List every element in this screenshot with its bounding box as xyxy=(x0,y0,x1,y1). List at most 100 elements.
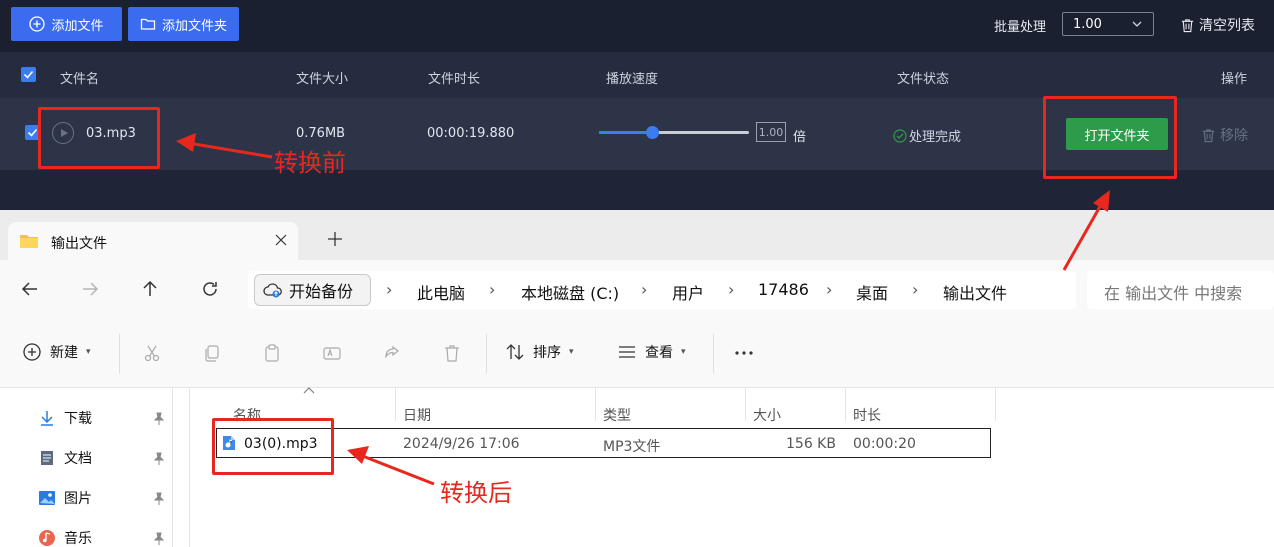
breadcrumb-output-folder[interactable]: 输出文件 xyxy=(943,280,1007,304)
batch-speed-select[interactable]: 1.00 xyxy=(1062,12,1154,36)
speed-slider-knob[interactable] xyxy=(645,126,659,139)
annotation-before-text: 转换前 xyxy=(274,149,346,177)
column-header-date[interactable]: 日期 xyxy=(403,405,431,425)
nav-pane-scrollbar[interactable] xyxy=(172,388,173,547)
speed-value: 1.00 xyxy=(758,125,784,139)
plus-circle-icon xyxy=(29,16,46,32)
nav-item-music[interactable]: 音乐 xyxy=(38,528,92,547)
sort-icon xyxy=(506,344,524,360)
play-icon[interactable] xyxy=(52,122,74,144)
pin-icon[interactable] xyxy=(152,492,166,506)
column-header-size[interactable]: 大小 xyxy=(753,405,781,425)
tab-title: 输出文件 xyxy=(51,236,107,252)
breadcrumb-users[interactable]: 用户 xyxy=(672,280,704,304)
clear-list-label: 清空列表 xyxy=(1199,18,1255,34)
chevron-down-icon: ▾ xyxy=(569,347,574,357)
view-list-icon xyxy=(619,346,635,358)
breadcrumb-user[interactable]: 17486 xyxy=(758,280,809,299)
more-options-icon[interactable] xyxy=(734,343,754,363)
start-backup-label: 开始备份 xyxy=(289,282,354,301)
row-checkbox[interactable] xyxy=(25,125,40,140)
remove-label: 移除 xyxy=(1220,128,1248,144)
tab-output-folder[interactable]: 输出文件 xyxy=(8,222,298,260)
column-separator[interactable] xyxy=(745,388,746,421)
navigation-pane: 下载 文档 图片 音乐 xyxy=(0,388,190,547)
column-separator[interactable] xyxy=(995,388,996,421)
divider xyxy=(486,334,487,374)
start-backup-button[interactable]: 开始备份 xyxy=(254,274,371,306)
delete-icon[interactable] xyxy=(442,343,462,363)
music-icon xyxy=(39,530,55,546)
pin-icon[interactable] xyxy=(152,532,166,546)
up-arrow-icon[interactable] xyxy=(140,279,160,299)
add-folder-button[interactable]: 添加文件夹 xyxy=(128,7,239,41)
batch-label: 批量处理 xyxy=(994,20,1047,35)
status-complete: 处理完成 xyxy=(893,126,961,145)
file-list: 名称 日期 类型 大小 时长 03(0).mp3 2024/9/26 17:06… xyxy=(192,387,1274,547)
sort-button[interactable]: 排序 ▾ xyxy=(505,342,574,362)
breadcrumb[interactable]: 开始备份 › 此电脑 › 本地磁盘 (C:) › 用户 › 17486 › 桌面… xyxy=(248,271,1076,309)
view-button[interactable]: 查看 ▾ xyxy=(617,342,686,362)
back-arrow-icon[interactable] xyxy=(20,279,40,299)
new-button[interactable]: 新建 ▾ xyxy=(22,342,91,362)
breadcrumb-this-pc[interactable]: 此电脑 xyxy=(417,280,465,304)
open-folder-button[interactable]: 打开文件夹 xyxy=(1066,118,1168,150)
converter-app: 添加文件 添加文件夹 批量处理 1.00 清空列表 文件名 文件大小 文件时长 … xyxy=(0,0,1274,210)
breadcrumb-local-disk[interactable]: 本地磁盘 (C:) xyxy=(521,280,619,304)
breadcrumb-separator: › xyxy=(641,280,648,299)
file-list-row[interactable]: 03(0).mp3 2024/9/26 17:06 MP3文件 156 KB 0… xyxy=(216,428,991,458)
view-label: 查看 xyxy=(645,345,673,361)
breadcrumb-separator: › xyxy=(728,280,735,299)
close-icon[interactable] xyxy=(274,233,288,247)
speed-input[interactable]: 1.00 xyxy=(756,122,786,142)
column-header-type[interactable]: 类型 xyxy=(603,405,631,425)
file-explorer-window: 输出文件 开始备份 › 此电脑 › 本地磁盘 (C:) › 用户 › 17486… xyxy=(0,210,1274,547)
column-header-name[interactable]: 名称 xyxy=(233,405,261,425)
forward-arrow-icon[interactable] xyxy=(80,279,100,299)
nav-item-documents[interactable]: 文档 xyxy=(38,448,92,468)
column-separator[interactable] xyxy=(845,388,846,421)
audio-file-icon xyxy=(223,436,235,450)
breadcrumb-desktop[interactable]: 桌面 xyxy=(856,280,888,304)
check-icon xyxy=(27,128,38,137)
address-bar: 开始备份 › 此电脑 › 本地磁盘 (C:) › 用户 › 17486 › 桌面… xyxy=(0,260,1274,320)
cloud-backup-icon xyxy=(263,283,282,298)
breadcrumb-separator: › xyxy=(826,280,833,299)
folder-icon xyxy=(20,235,38,248)
trash-icon xyxy=(1181,18,1194,32)
speed-slider[interactable] xyxy=(599,126,749,139)
column-separator[interactable] xyxy=(395,388,396,421)
nav-item-pictures[interactable]: 图片 xyxy=(38,488,92,508)
share-icon[interactable] xyxy=(382,343,402,363)
clear-list-button[interactable]: 清空列表 xyxy=(1180,15,1255,35)
nav-item-downloads[interactable]: 下载 xyxy=(38,408,92,428)
file-duration: 00:00:19.880 xyxy=(427,126,515,141)
remove-button[interactable]: 移除 xyxy=(1201,125,1248,145)
paste-icon[interactable] xyxy=(262,343,282,363)
output-file-type: MP3文件 xyxy=(603,439,661,455)
status-text: 处理完成 xyxy=(909,130,962,145)
rename-icon[interactable] xyxy=(322,343,342,363)
nav-label: 图片 xyxy=(64,491,92,507)
copy-icon[interactable] xyxy=(202,343,222,363)
plus-circle-icon xyxy=(23,343,41,361)
divider xyxy=(713,334,714,374)
sort-ascending-icon xyxy=(303,387,315,394)
tab-strip: 输出文件 xyxy=(0,210,1274,260)
pin-icon[interactable] xyxy=(152,452,166,466)
pin-icon[interactable] xyxy=(152,412,166,426)
new-tab-icon[interactable] xyxy=(328,232,342,246)
speed-slider-fill xyxy=(599,131,652,134)
select-all-checkbox[interactable] xyxy=(21,67,36,82)
search-input[interactable]: 在 输出文件 中搜索 xyxy=(1087,271,1274,309)
cut-icon[interactable] xyxy=(142,343,162,363)
file-name: 03.mp3 xyxy=(86,126,136,141)
document-icon xyxy=(41,451,53,465)
chevron-down-icon xyxy=(1132,21,1142,27)
add-file-button[interactable]: 添加文件 xyxy=(11,7,122,41)
refresh-icon[interactable] xyxy=(200,279,220,299)
divider xyxy=(119,334,120,374)
column-separator[interactable] xyxy=(595,388,596,421)
file-size: 0.76MB xyxy=(296,126,346,141)
column-header-duration[interactable]: 时长 xyxy=(853,405,881,425)
